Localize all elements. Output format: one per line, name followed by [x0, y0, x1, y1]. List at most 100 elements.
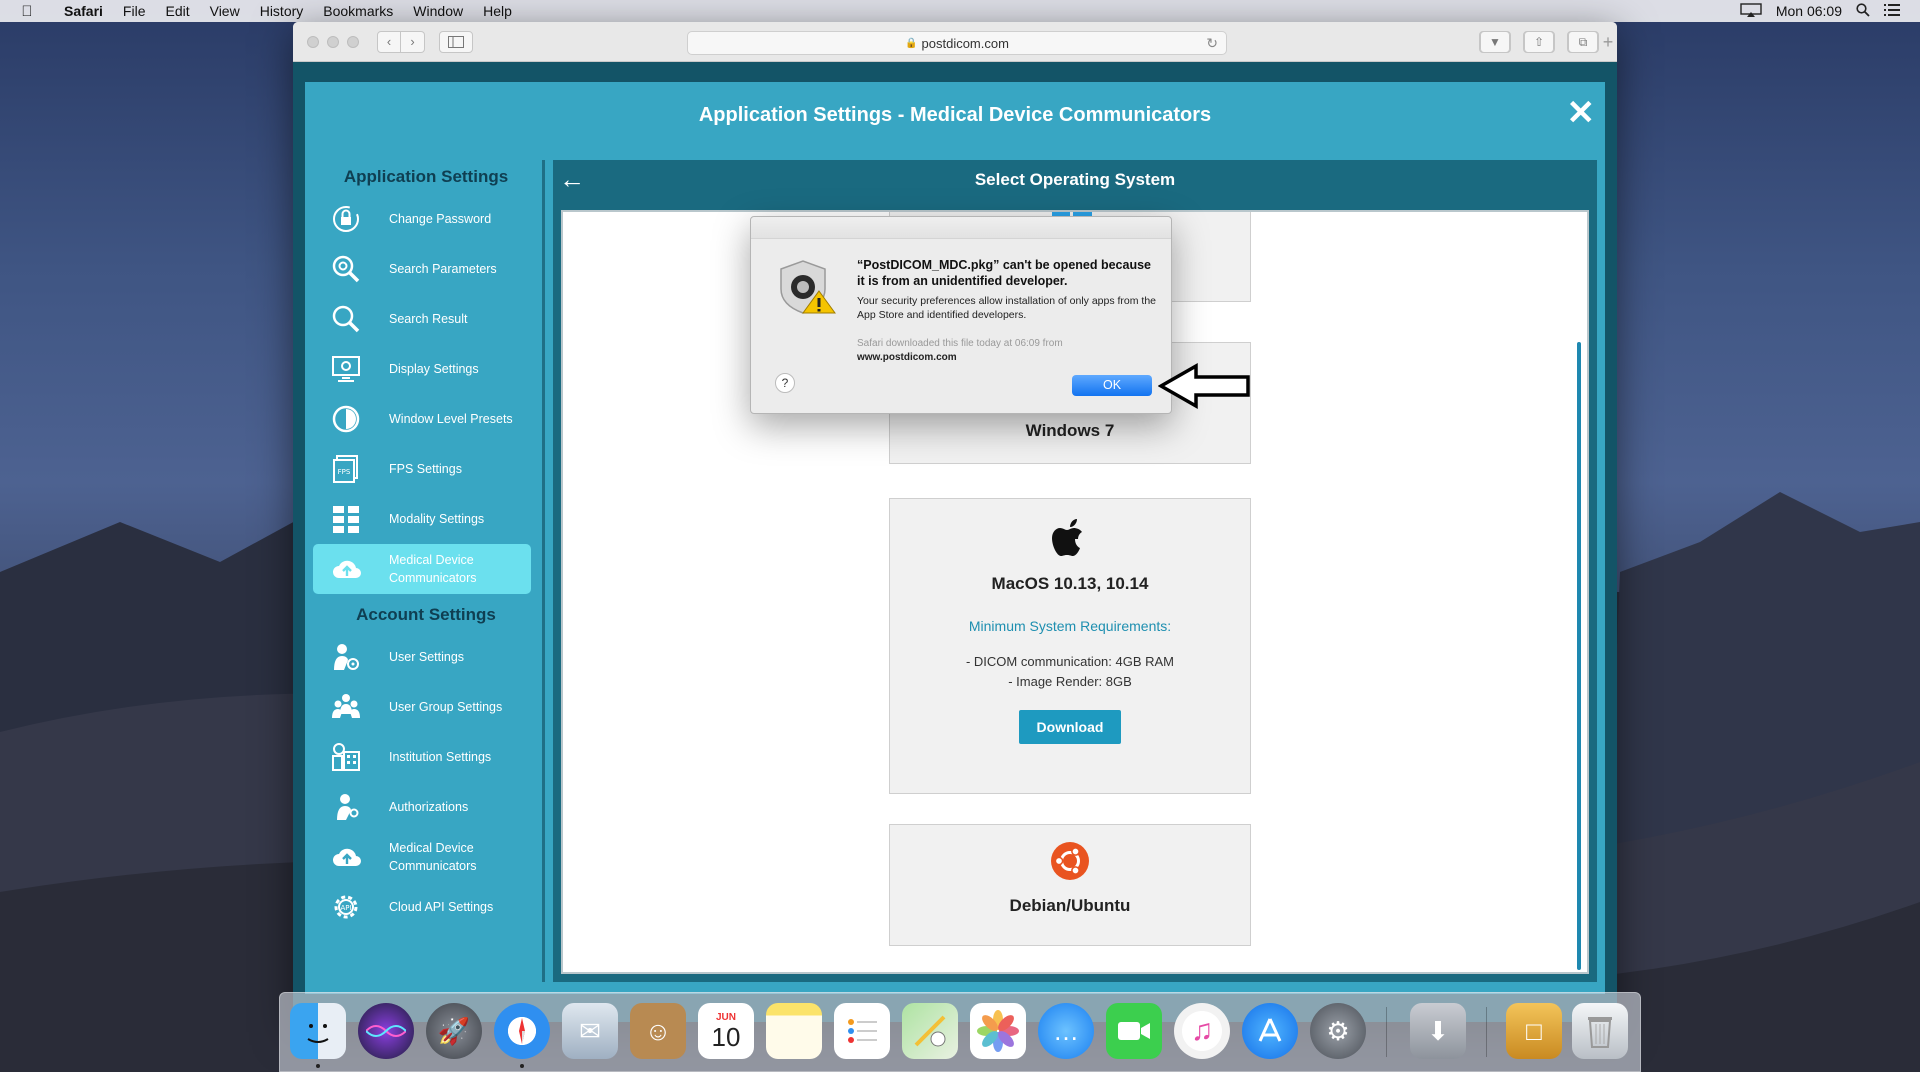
menu-help[interactable]: Help [473, 3, 522, 19]
apple-logo-icon [1052, 519, 1082, 556]
safari-window: ‹ › 🔒 postdicom.com ↻ ▼ ⇧ ⧉ + Applicatio… [293, 22, 1617, 1022]
menu-edit[interactable]: Edit [155, 3, 199, 19]
sidebar-item-search-parameters[interactable]: Search Parameters [313, 244, 539, 294]
svg-text:API: API [340, 904, 351, 912]
safari-icon[interactable] [494, 1003, 550, 1059]
alert-message: Your security preferences allow installa… [857, 295, 1157, 321]
sidebar-item-change-password[interactable]: Change Password [313, 194, 539, 244]
minimize-window-button[interactable] [327, 35, 339, 48]
running-indicator [316, 1064, 320, 1068]
notes-icon[interactable] [766, 1003, 822, 1059]
sidebar-item-label: Authorizations [389, 800, 469, 814]
content-scrollbar[interactable] [1577, 342, 1581, 970]
address-bar-url: postdicom.com [921, 35, 1009, 51]
spotlight-search-icon[interactable] [1856, 2, 1870, 20]
running-indicator [520, 1064, 524, 1068]
download-button[interactable]: Download [1019, 710, 1121, 744]
contacts-icon[interactable]: ☺ [630, 1003, 686, 1059]
notification-center-icon[interactable] [1884, 3, 1900, 19]
back-arrow-icon[interactable]: ← [559, 166, 585, 192]
menu-window[interactable]: Window [403, 3, 473, 19]
sidebar-item-user-settings[interactable]: User Settings [313, 632, 539, 682]
os-name-windows-7: Windows 7 [1025, 421, 1115, 440]
menu-file[interactable]: File [113, 3, 156, 19]
grid-icon [331, 504, 375, 534]
photos-icon[interactable] [970, 1003, 1026, 1059]
tabs-icon: ⧉ [1568, 31, 1598, 53]
forward-button[interactable]: › [401, 30, 425, 53]
downloads-button[interactable]: ▼ [1479, 31, 1511, 53]
dock-separator [1486, 1007, 1487, 1057]
calendar-icon[interactable]: JUN 10 [698, 1003, 754, 1059]
sidebar-item-user-group-settings[interactable]: User Group Settings [313, 682, 539, 732]
back-button[interactable]: ‹ [377, 30, 401, 53]
calendar-month: JUN [715, 1011, 736, 1023]
close-icon[interactable]: ✕ [1567, 96, 1596, 130]
finder-icon[interactable] [290, 1003, 346, 1059]
menu-history[interactable]: History [250, 3, 314, 19]
app-store-icon[interactable] [1242, 1003, 1298, 1059]
launchpad-icon[interactable]: 🚀 [426, 1003, 482, 1059]
address-bar[interactable]: 🔒 postdicom.com ↻ [687, 31, 1227, 55]
settings-sidebar: Application Settings Change Password Sea… [313, 160, 539, 982]
show-sidebar-button[interactable] [439, 30, 473, 53]
ubuntu-logo-icon [1051, 842, 1089, 880]
downloads-stack-icon[interactable]: ⬇ [1410, 1003, 1466, 1059]
reload-icon[interactable]: ↻ [1206, 35, 1218, 52]
sidebar-item-label: Display Settings [389, 362, 479, 376]
download-icon: ▼ [1480, 31, 1510, 53]
airplay-display-icon[interactable] [1740, 2, 1762, 20]
messages-icon[interactable]: … [1038, 1003, 1094, 1059]
sidebar-item-label: Medical Device Communicators [389, 553, 477, 585]
unidentified-developer-alert: “PostDICOM_MDC.pkg” can't be opened beca… [750, 216, 1172, 414]
tabs-overview-button[interactable]: ⧉ [1567, 31, 1599, 53]
zoom-window-button[interactable] [347, 35, 359, 48]
installer-package-icon[interactable]: □ [1506, 1003, 1562, 1059]
search-gear-icon [331, 254, 375, 284]
trash-icon[interactable] [1572, 1003, 1628, 1059]
close-window-button[interactable] [307, 35, 319, 48]
mail-icon[interactable]: ✉ [562, 1003, 618, 1059]
sidebar-item-label: Window Level Presets [389, 412, 513, 426]
apple-menu-icon[interactable]:  [0, 3, 54, 20]
sidebar-item-fps-settings[interactable]: FPS FPS Settings [313, 444, 539, 494]
share-icon: ⇧ [1524, 31, 1554, 53]
user-gear-icon [331, 642, 375, 672]
sidebar-item-label: Search Parameters [389, 262, 497, 276]
itunes-icon[interactable]: ♫ [1174, 1003, 1230, 1059]
share-button[interactable]: ⇧ [1523, 31, 1555, 53]
cloud-upload-icon [331, 556, 375, 582]
sidebar-item-authorizations[interactable]: Authorizations [313, 782, 539, 832]
facetime-icon[interactable] [1106, 1003, 1162, 1059]
alert-source-line: Safari downloaded this file today at 06:… [857, 338, 1063, 349]
menu-app-name[interactable]: Safari [54, 3, 113, 19]
menu-view[interactable]: View [200, 3, 250, 19]
reminders-icon[interactable] [834, 1003, 890, 1059]
alert-title-bar [751, 217, 1171, 239]
menu-bookmarks[interactable]: Bookmarks [313, 3, 403, 19]
sidebar-item-label: User Settings [389, 650, 465, 664]
sidebar-scrollbar[interactable] [542, 160, 545, 982]
app-settings-title: Application Settings [343, 167, 509, 186]
ok-button[interactable]: OK [1072, 375, 1152, 396]
maps-icon[interactable] [902, 1003, 958, 1059]
dock: 🚀 ✉ ☺ JUN 10 … ♫ ⚙ ⬇ □ [279, 992, 1641, 1072]
sidebar-item-display-settings[interactable]: Display Settings [313, 344, 539, 394]
sidebar-item-institution-settings[interactable]: Institution Settings [313, 732, 539, 782]
sidebar-item-cloud-api-settings[interactable]: API Cloud API Settings [313, 882, 539, 932]
institution-icon [331, 742, 375, 772]
sidebar-item-label: Institution Settings [389, 750, 492, 764]
help-button[interactable]: ? [775, 373, 795, 393]
system-preferences-icon[interactable]: ⚙ [1310, 1003, 1366, 1059]
sidebar-item-window-level-presets[interactable]: Window Level Presets [313, 394, 539, 444]
sidebar-item-label: User Group Settings [389, 700, 503, 714]
clock[interactable]: Mon 06:09 [1776, 3, 1842, 19]
sidebar-item-search-result[interactable]: Search Result [313, 294, 539, 344]
os-selection-title: Select Operating System [974, 170, 1176, 189]
sidebar-item-medical-device-communicators[interactable]: Medical Device Communicators [313, 544, 531, 594]
sidebar-item-account-medical-device-communicators[interactable]: Medical Device Communicators [313, 832, 539, 882]
monitor-icon [331, 354, 375, 384]
siri-icon[interactable] [358, 1003, 414, 1059]
new-tab-button[interactable]: + [1599, 32, 1617, 53]
sidebar-item-modality-settings[interactable]: Modality Settings [313, 494, 539, 544]
